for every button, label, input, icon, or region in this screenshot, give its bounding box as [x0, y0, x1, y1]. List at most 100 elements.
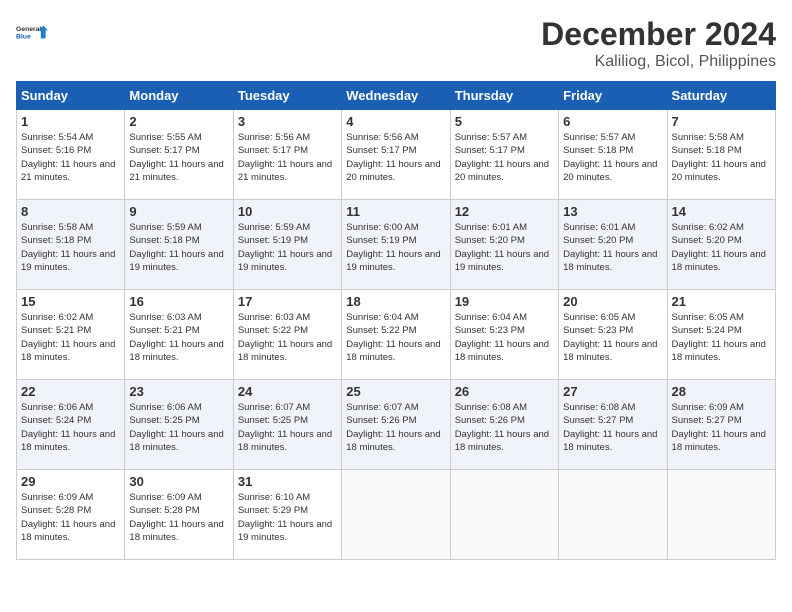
day-number: 15: [21, 294, 120, 309]
col-saturday: Saturday: [667, 82, 775, 110]
day-info: Sunrise: 5:59 AMSunset: 5:18 PMDaylight:…: [129, 221, 228, 274]
col-wednesday: Wednesday: [342, 82, 450, 110]
calendar-cell: 9 Sunrise: 5:59 AMSunset: 5:18 PMDaylight…: [125, 200, 233, 290]
day-info: Sunrise: 6:07 AMSunset: 5:25 PMDaylight:…: [238, 401, 337, 454]
day-info: Sunrise: 6:04 AMSunset: 5:23 PMDaylight:…: [455, 311, 554, 364]
day-info: Sunrise: 6:01 AMSunset: 5:20 PMDaylight:…: [563, 221, 662, 274]
calendar-cell: 30Sunrise: 6:09 AMSunset: 5:28 PMDayligh…: [125, 470, 233, 560]
day-number: 7: [672, 114, 771, 129]
calendar-table: Sunday Monday Tuesday Wednesday Thursday…: [16, 81, 776, 560]
day-number: 22: [21, 384, 120, 399]
day-number: 20: [563, 294, 662, 309]
calendar-cell: 28 Sunrise: 6:09 AMSunset: 5:27 PMDayligh…: [667, 380, 775, 470]
calendar-cell: 16 Sunrise: 6:03 AMSunset: 5:21 PMDayligh…: [125, 290, 233, 380]
day-info: Sunrise: 6:02 AMSunset: 5:20 PMDaylight:…: [672, 221, 771, 274]
calendar-cell: 4Sunrise: 5:56 AMSunset: 5:17 PMDaylight…: [342, 110, 450, 200]
calendar-week-row: 22Sunrise: 6:06 AMSunset: 5:24 PMDayligh…: [17, 380, 776, 470]
day-info: Sunrise: 6:08 AMSunset: 5:27 PMDaylight:…: [563, 401, 662, 454]
calendar-week-row: 1Sunrise: 5:54 AMSunset: 5:16 PMDaylight…: [17, 110, 776, 200]
col-tuesday: Tuesday: [233, 82, 341, 110]
calendar-cell: 10Sunrise: 5:59 AMSunset: 5:19 PMDayligh…: [233, 200, 341, 290]
day-number: 31: [238, 474, 337, 489]
day-info: Sunrise: 6:07 AMSunset: 5:26 PMDaylight:…: [346, 401, 445, 454]
calendar-week-row: 8 Sunrise: 5:58 AMSunset: 5:18 PMDaylight…: [17, 200, 776, 290]
day-info: Sunrise: 6:08 AMSunset: 5:26 PMDaylight:…: [455, 401, 554, 454]
calendar-cell: 23 Sunrise: 6:06 AMSunset: 5:25 PMDayligh…: [125, 380, 233, 470]
day-number: 28: [672, 384, 771, 399]
calendar-cell: 3Sunrise: 5:56 AMSunset: 5:17 PMDaylight…: [233, 110, 341, 200]
day-info: Sunrise: 6:06 AMSunset: 5:25 PMDaylight:…: [129, 401, 228, 454]
calendar-body: 1Sunrise: 5:54 AMSunset: 5:16 PMDaylight…: [17, 110, 776, 560]
calendar-cell: [342, 470, 450, 560]
col-sunday: Sunday: [17, 82, 125, 110]
day-number: 17: [238, 294, 337, 309]
calendar-cell: 14 Sunrise: 6:02 AMSunset: 5:20 PMDayligh…: [667, 200, 775, 290]
calendar-cell: 11Sunrise: 6:00 AMSunset: 5:19 PMDayligh…: [342, 200, 450, 290]
calendar-cell: 2Sunrise: 5:55 AMSunset: 5:17 PMDaylight…: [125, 110, 233, 200]
calendar-cell: 24 Sunrise: 6:07 AMSunset: 5:25 PMDayligh…: [233, 380, 341, 470]
calendar-cell: [450, 470, 558, 560]
calendar-cell: 6 Sunrise: 5:57 AMSunset: 5:18 PMDaylight…: [559, 110, 667, 200]
calendar-cell: [559, 470, 667, 560]
page-header: GeneralBlue December 2024 Kaliliog, Bico…: [16, 16, 776, 71]
calendar-cell: 25 Sunrise: 6:07 AMSunset: 5:26 PMDayligh…: [342, 380, 450, 470]
day-number: 1: [21, 114, 120, 129]
day-number: 23: [129, 384, 228, 399]
day-info: Sunrise: 6:03 AMSunset: 5:22 PMDaylight:…: [238, 311, 337, 364]
day-info: Sunrise: 6:04 AMSunset: 5:22 PMDaylight:…: [346, 311, 445, 364]
calendar-cell: 13 Sunrise: 6:01 AMSunset: 5:20 PMDayligh…: [559, 200, 667, 290]
day-info: Sunrise: 6:05 AMSunset: 5:23 PMDaylight:…: [563, 311, 662, 364]
day-info: Sunrise: 6:05 AMSunset: 5:24 PMDaylight:…: [672, 311, 771, 364]
day-number: 21: [672, 294, 771, 309]
calendar-week-row: 29 Sunrise: 6:09 AMSunset: 5:28 PMDayligh…: [17, 470, 776, 560]
calendar-cell: 27 Sunrise: 6:08 AMSunset: 5:27 PMDayligh…: [559, 380, 667, 470]
day-number: 14: [672, 204, 771, 219]
day-number: 19: [455, 294, 554, 309]
logo: GeneralBlue: [16, 16, 48, 48]
day-number: 13: [563, 204, 662, 219]
day-info: Sunrise: 6:03 AMSunset: 5:21 PMDaylight:…: [129, 311, 228, 364]
day-info: Sunrise: 5:57 AMSunset: 5:17 PMDaylight:…: [455, 131, 554, 184]
calendar-cell: 18 Sunrise: 6:04 AMSunset: 5:22 PMDayligh…: [342, 290, 450, 380]
day-info: Sunrise: 5:58 AMSunset: 5:18 PMDaylight:…: [21, 221, 120, 274]
day-number: 25: [346, 384, 445, 399]
day-info: Sunrise: 6:10 AMSunset: 5:29 PMDaylight:…: [238, 491, 337, 544]
day-number: 2: [129, 114, 228, 129]
calendar-cell: 26 Sunrise: 6:08 AMSunset: 5:26 PMDayligh…: [450, 380, 558, 470]
col-monday: Monday: [125, 82, 233, 110]
day-number: 26: [455, 384, 554, 399]
svg-text:General: General: [16, 26, 41, 33]
day-number: 8: [21, 204, 120, 219]
day-number: 12: [455, 204, 554, 219]
page-title: December 2024: [541, 16, 776, 53]
calendar-week-row: 15 Sunrise: 6:02 AMSunset: 5:21 PMDayligh…: [17, 290, 776, 380]
calendar-cell: 22Sunrise: 6:06 AMSunset: 5:24 PMDayligh…: [17, 380, 125, 470]
calendar-cell: 15 Sunrise: 6:02 AMSunset: 5:21 PMDayligh…: [17, 290, 125, 380]
calendar-cell: 1Sunrise: 5:54 AMSunset: 5:16 PMDaylight…: [17, 110, 125, 200]
day-number: 24: [238, 384, 337, 399]
calendar-header-row: Sunday Monday Tuesday Wednesday Thursday…: [17, 82, 776, 110]
calendar-cell: 5Sunrise: 5:57 AMSunset: 5:17 PMDaylight…: [450, 110, 558, 200]
day-number: 29: [21, 474, 120, 489]
page-subtitle: Kaliliog, Bicol, Philippines: [541, 53, 776, 71]
day-info: Sunrise: 5:59 AMSunset: 5:19 PMDaylight:…: [238, 221, 337, 274]
day-info: Sunrise: 6:09 AMSunset: 5:27 PMDaylight:…: [672, 401, 771, 454]
day-info: Sunrise: 5:57 AMSunset: 5:18 PMDaylight:…: [563, 131, 662, 184]
day-info: Sunrise: 6:01 AMSunset: 5:20 PMDaylight:…: [455, 221, 554, 274]
day-number: 18: [346, 294, 445, 309]
day-number: 27: [563, 384, 662, 399]
day-info: Sunrise: 6:02 AMSunset: 5:21 PMDaylight:…: [21, 311, 120, 364]
day-info: Sunrise: 6:00 AMSunset: 5:19 PMDaylight:…: [346, 221, 445, 274]
svg-text:Blue: Blue: [16, 33, 31, 40]
day-number: 4: [346, 114, 445, 129]
calendar-cell: 12 Sunrise: 6:01 AMSunset: 5:20 PMDayligh…: [450, 200, 558, 290]
day-number: 6: [563, 114, 662, 129]
calendar-cell: 7Sunrise: 5:58 AMSunset: 5:18 PMDaylight…: [667, 110, 775, 200]
logo-icon: GeneralBlue: [16, 16, 48, 48]
day-info: Sunrise: 6:09 AMSunset: 5:28 PMDaylight:…: [129, 491, 228, 544]
day-number: 16: [129, 294, 228, 309]
calendar-cell: 21 Sunrise: 6:05 AMSunset: 5:24 PMDayligh…: [667, 290, 775, 380]
col-thursday: Thursday: [450, 82, 558, 110]
day-number: 9: [129, 204, 228, 219]
col-friday: Friday: [559, 82, 667, 110]
